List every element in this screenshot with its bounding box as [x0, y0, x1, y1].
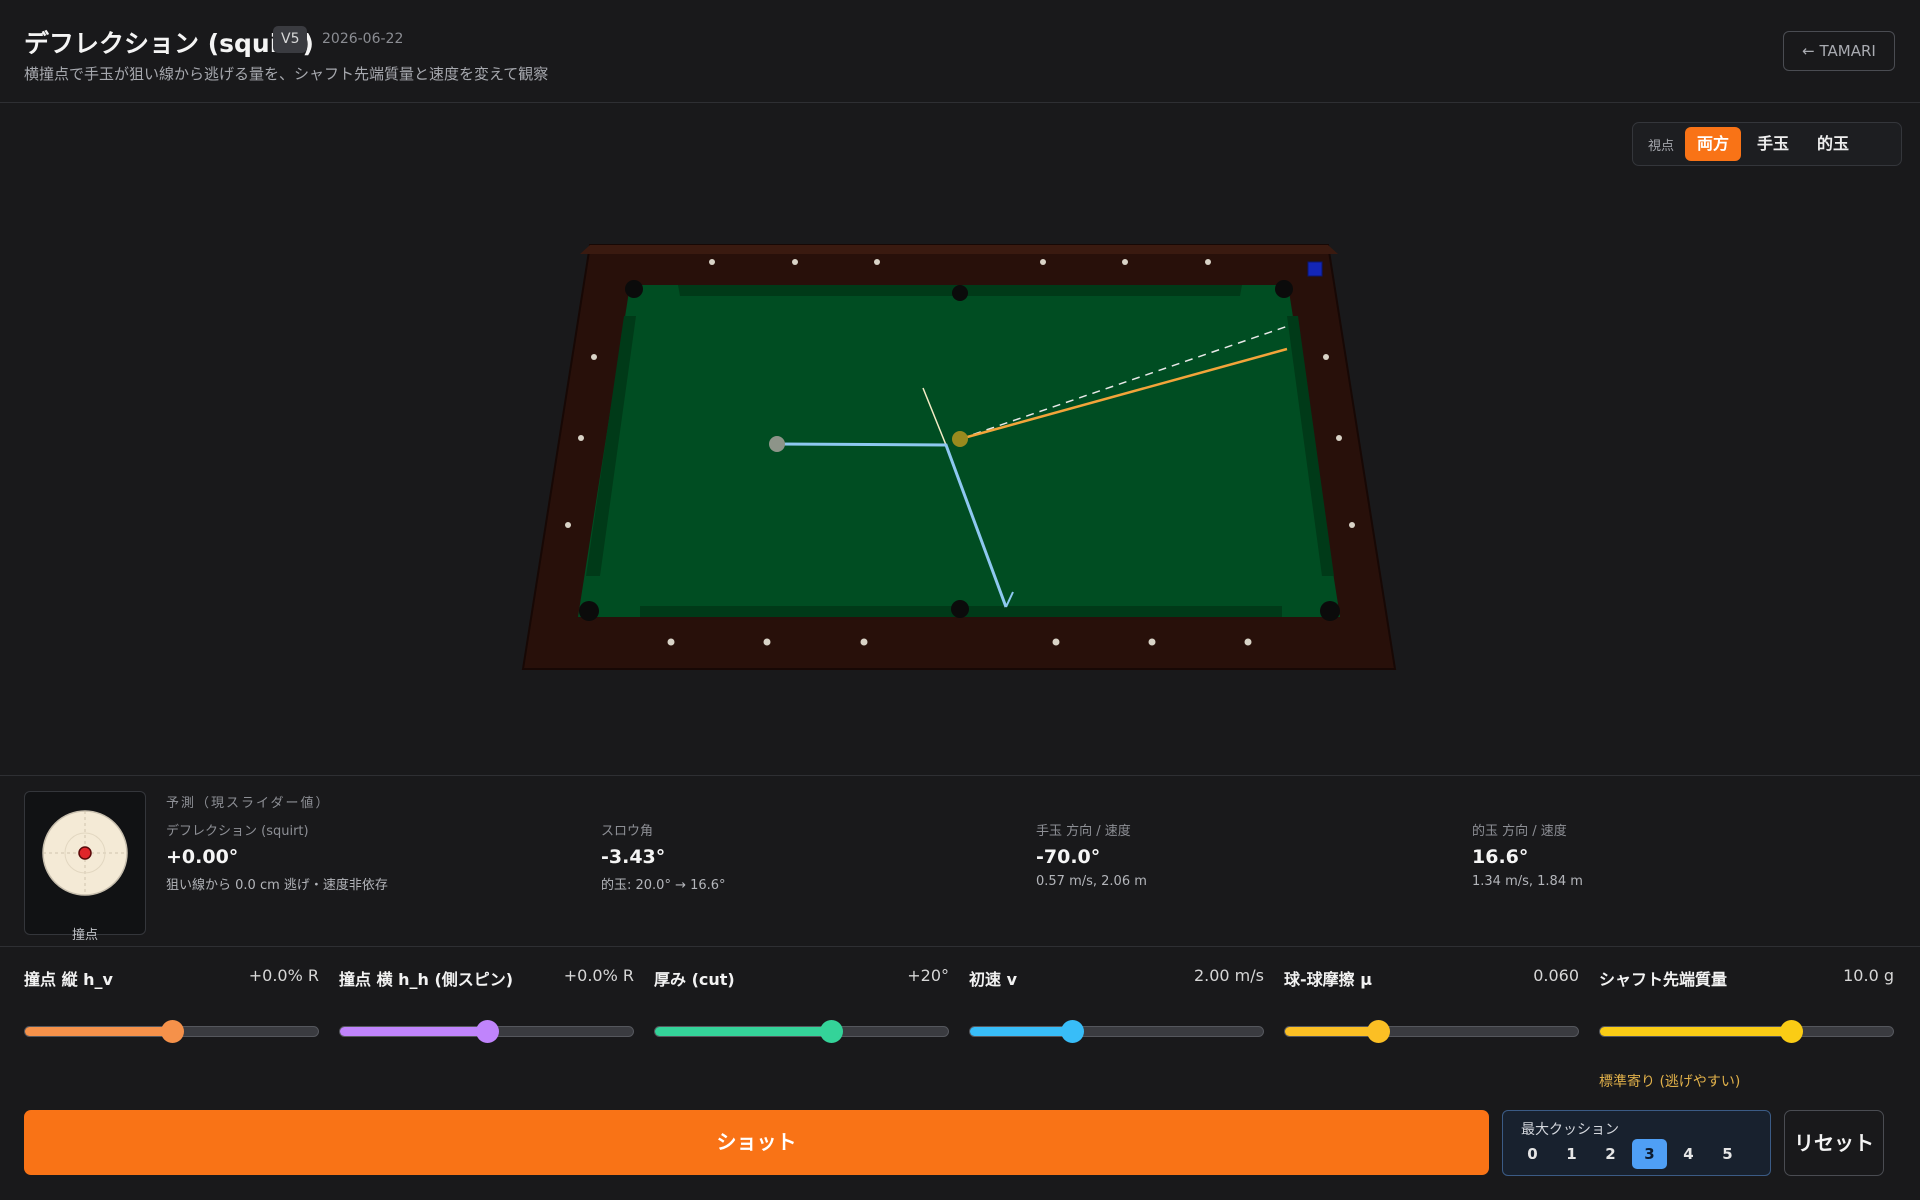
- metric-label: スロウ角: [601, 824, 654, 839]
- slider-cut: 厚み (cut) +20°: [654, 966, 949, 1046]
- cushion-option-2[interactable]: 2: [1593, 1139, 1628, 1169]
- slider-thumb[interactable]: [1061, 1020, 1085, 1043]
- slider-track[interactable]: [654, 1026, 949, 1037]
- cushion-option-4[interactable]: 4: [1671, 1139, 1706, 1169]
- slider-label: 初速 v: [969, 970, 1018, 989]
- pool-table-view[interactable]: [0, 104, 1920, 774]
- table-felt: [578, 285, 1340, 617]
- metric-value: -70.0°: [1036, 846, 1101, 868]
- header: デフレクション (squirt) V5 2026-06-22 横撞点で手玉が狙い…: [0, 0, 1920, 103]
- slider-fill: [340, 1027, 487, 1036]
- slider-thumb[interactable]: [475, 1020, 499, 1043]
- max-cushion-label: 最大クッション: [1521, 1122, 1619, 1138]
- slider-label: 球-球摩擦 μ: [1284, 970, 1372, 989]
- cushion-option-1[interactable]: 1: [1554, 1139, 1589, 1169]
- slider-shaft-tip-mass: シャフト先端質量 10.0 g: [1599, 966, 1894, 1046]
- reset-button[interactable]: リセット: [1784, 1110, 1884, 1176]
- cushion-option-5[interactable]: 5: [1710, 1139, 1745, 1169]
- metric-value: -3.43°: [601, 846, 666, 868]
- metric-sub: 狙い線から 0.0 cm 逃げ・速度非依存: [166, 878, 388, 893]
- slider-value: +0.0% R: [248, 966, 319, 985]
- max-cushion-options: 0 1 2 3 4 5: [1515, 1139, 1749, 1169]
- metric-cue-ball: 手玉 方向 / 速度 -70.0° 0.57 m/s, 2.06 m: [1036, 820, 1147, 889]
- slider-track[interactable]: [969, 1026, 1264, 1037]
- date-label: 2026-06-22: [322, 31, 404, 47]
- slider-fill: [25, 1027, 172, 1036]
- back-button[interactable]: ← TAMARI: [1783, 31, 1895, 71]
- hit-point-marker[interactable]: [78, 846, 92, 860]
- slider-value: 10.0 g: [1843, 966, 1894, 985]
- slider-track[interactable]: [1599, 1026, 1894, 1037]
- table-rail-inner-shade: [580, 245, 1338, 254]
- slider-thumb[interactable]: [1779, 1020, 1803, 1043]
- metric-sub: 1.34 m/s, 1.84 m: [1472, 874, 1583, 889]
- shot-button[interactable]: ショット: [24, 1110, 1489, 1175]
- pocket-bottom-center: [951, 600, 969, 618]
- metric-sub: 0.57 m/s, 2.06 m: [1036, 874, 1147, 889]
- metric-deflection: デフレクション (squirt) +0.00° 狙い線から 0.0 cm 逃げ・…: [166, 820, 388, 893]
- prediction-panel: 撞点 予測（現スライダー値） デフレクション (squirt) +0.00° 狙…: [0, 775, 1920, 947]
- cushion-option-0[interactable]: 0: [1515, 1139, 1550, 1169]
- cushion-option-3[interactable]: 3: [1632, 1139, 1667, 1169]
- slider-label: シャフト先端質量: [1599, 970, 1728, 989]
- pocket-bottom-left: [579, 601, 599, 621]
- slider-fill: [1285, 1027, 1379, 1036]
- page-subtitle: 横撞点で手玉が狙い線から逃げる量を、シャフト先端質量と速度を変えて観察: [24, 65, 549, 83]
- slider-hit-vertical: 撞点 縦 h_v +0.0% R: [24, 966, 319, 1046]
- metric-label: 的玉 方向 / 速度: [1472, 824, 1567, 839]
- hit-point-selector[interactable]: 撞点: [24, 791, 146, 943]
- slider-thumb[interactable]: [1367, 1020, 1391, 1043]
- version-badge: V5: [273, 26, 308, 53]
- slider-ball-friction: 球-球摩擦 μ 0.060: [1284, 966, 1579, 1046]
- metric-label: デフレクション (squirt): [166, 824, 309, 839]
- shaft-mass-note: 標準寄り (逃げやすい): [1599, 1074, 1741, 1090]
- slider-value: 2.00 m/s: [1193, 966, 1264, 985]
- metric-label: 手玉 方向 / 速度: [1036, 824, 1131, 839]
- slider-speed: 初速 v 2.00 m/s: [969, 966, 1264, 1046]
- pocket-top-right: [1275, 280, 1293, 298]
- slider-fill: [655, 1027, 831, 1036]
- max-cushion-selector: 最大クッション 0 1 2 3 4 5: [1502, 1110, 1771, 1176]
- pocket-bottom-right: [1320, 601, 1340, 621]
- metric-value: 16.6°: [1472, 846, 1529, 868]
- slider-fill: [1600, 1027, 1791, 1036]
- slider-fill: [970, 1027, 1073, 1036]
- slider-label: 撞点 縦 h_v: [24, 970, 113, 989]
- slider-thumb[interactable]: [820, 1020, 843, 1043]
- hit-point-label: 撞点: [71, 928, 98, 943]
- cue-ball-face[interactable]: [25, 792, 145, 912]
- slider-value: +20°: [907, 966, 949, 985]
- slider-thumb[interactable]: [160, 1020, 184, 1043]
- slider-track[interactable]: [1284, 1026, 1579, 1037]
- slider-label: 撞点 横 h_h (側スピン): [339, 970, 514, 989]
- slider-hit-horizontal: 撞点 横 h_h (側スピン) +0.0% R: [339, 966, 634, 1046]
- slider-value: +0.0% R: [563, 966, 634, 985]
- metric-value: +0.00°: [166, 846, 239, 868]
- metric-throw-angle: スロウ角 -3.43° 的玉: 20.0° → 16.6°: [601, 820, 726, 893]
- metric-object-ball: 的玉 方向 / 速度 16.6° 1.34 m/s, 1.84 m: [1472, 820, 1583, 889]
- slider-value: 0.060: [1533, 966, 1579, 985]
- slider-label: 厚み (cut): [654, 970, 735, 989]
- cue-ball[interactable]: [769, 436, 785, 452]
- page-title: デフレクション (squirt): [24, 29, 314, 58]
- prediction-heading: 予測（現スライダー値）: [166, 796, 331, 811]
- metric-sub: 的玉: 20.0° → 16.6°: [601, 878, 726, 893]
- object-ball[interactable]: [952, 431, 968, 447]
- pocket-top-left: [625, 280, 643, 298]
- chalk-cube: [1307, 261, 1323, 277]
- pocket-top-center: [952, 285, 968, 301]
